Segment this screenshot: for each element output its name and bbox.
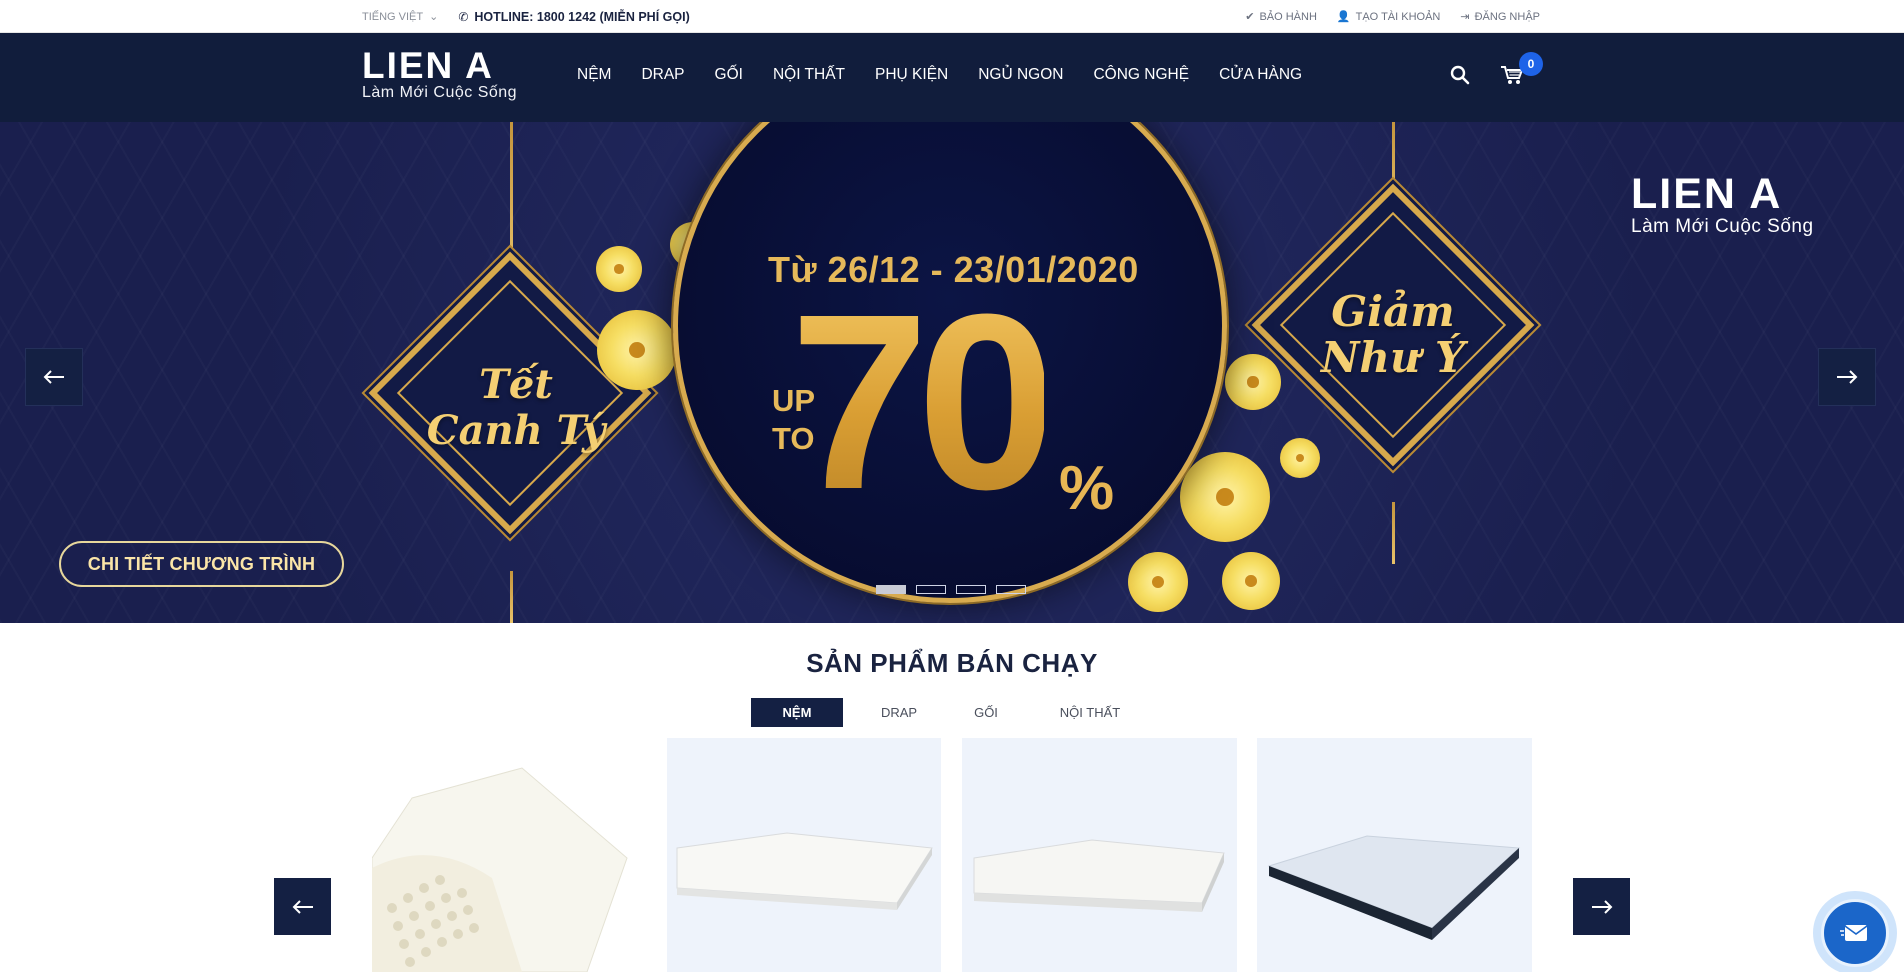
warranty-label: BẢO HÀNH (1259, 10, 1317, 23)
product-image (973, 839, 1225, 912)
product-card[interactable] (1257, 738, 1532, 972)
hero-banner[interactable]: Tết Canh Tý Giảm Như Ý Từ 26/12 - 23/01/… (0, 122, 1904, 623)
left-ornament-text: Tết Canh Tý (416, 362, 616, 454)
ornament-tassel (510, 571, 513, 623)
search-icon[interactable] (1449, 64, 1471, 86)
product-image (372, 767, 628, 972)
right-ornament-line2: Như Ý (1320, 333, 1466, 382)
best-sellers-title: SẢN PHẨM BÁN CHẠY (806, 648, 1098, 678)
flower-decoration (1280, 438, 1320, 478)
best-sellers-tabs: NỆM DRAP GỐI NỘI THẤT (751, 698, 1153, 727)
flower-decoration (596, 246, 642, 292)
chat-button[interactable] (1813, 891, 1897, 972)
hotline[interactable]: ✆ HOTLINE: 1800 1242 (MIỄN PHÍ GỌI) (458, 10, 689, 24)
language-selector[interactable]: TIẾNG VIỆT ⌄ (362, 10, 439, 24)
product-card[interactable] (667, 738, 941, 972)
nav-item-phu-kien[interactable]: PHỤ KIỆN (875, 66, 948, 84)
flower-decoration (597, 310, 677, 390)
language-label: TIẾNG VIỆT (362, 10, 424, 23)
hero-brand: LIEN A (1631, 170, 1783, 218)
nav-item-nem[interactable]: NỆM (577, 66, 611, 84)
nav-item-drap[interactable]: DRAP (641, 66, 684, 84)
top-bar: TIẾNG VIỆT ⌄ ✆ HOTLINE: 1800 1242 (MIỄN … (0, 0, 1904, 33)
right-ornament-line1: Giảm (1331, 287, 1455, 336)
main-header: LIEN A Làm Mới Cuộc Sống NỆM DRAP GỐI NỘ… (0, 33, 1904, 122)
hero-next-button[interactable] (1818, 348, 1876, 406)
create-account-link[interactable]: 👤 TẠO TÀI KHOẢN (1336, 10, 1441, 24)
product-image (1267, 835, 1521, 940)
ornament-tassel (1392, 502, 1395, 564)
product-image (676, 832, 933, 910)
logo-brand: LIEN A (362, 45, 494, 86)
arrow-left-icon (292, 899, 313, 914)
flower-decoration (1225, 354, 1281, 410)
check-circle-icon: ✔ (1245, 11, 1255, 23)
tab-noi-that[interactable]: NỘI THẤT (1027, 698, 1153, 727)
nav-item-ngu-ngon[interactable]: NGỦ NGON (978, 66, 1063, 84)
promo-details-button[interactable]: CHI TIẾT CHƯƠNG TRÌNH (59, 541, 344, 587)
tab-nem[interactable]: NỆM (751, 698, 843, 727)
tab-drap[interactable]: DRAP (853, 698, 945, 727)
chevron-down-icon: ⌄ (429, 11, 439, 23)
arrow-right-icon (1837, 370, 1858, 384)
products-next-button[interactable] (1573, 878, 1630, 935)
warranty-link[interactable]: ✔ BẢO HÀNH (1245, 10, 1317, 24)
nav-item-goi[interactable]: GỐI (715, 66, 743, 84)
site-logo[interactable]: LIEN A Làm Mới Cuộc Sống (362, 47, 517, 102)
hero-brand-logo: LIEN A Làm Mới Cuộc Sống (1631, 172, 1814, 238)
hero-tagline: Làm Mới Cuộc Sống (1631, 216, 1814, 237)
product-card[interactable] (372, 738, 642, 972)
nav-item-cua-hang[interactable]: CỬA HÀNG (1219, 66, 1302, 84)
flower-decoration (1222, 552, 1280, 610)
slide-dot-1[interactable] (876, 585, 906, 594)
create-account-label: TẠO TÀI KHOẢN (1355, 10, 1441, 23)
cart-count-badge: 0 (1519, 52, 1543, 76)
login-link[interactable]: ⇥ ĐĂNG NHẬP (1460, 10, 1540, 24)
promo-discount-unit: % (1059, 454, 1115, 523)
product-card[interactable] (962, 738, 1237, 972)
arrow-left-icon (43, 370, 64, 384)
slide-dot-3[interactable] (956, 585, 986, 594)
flower-decoration (1180, 452, 1270, 542)
arrow-right-icon (1591, 899, 1612, 914)
nav-item-noi-that[interactable]: NỘI THẤT (773, 66, 845, 84)
slide-dot-2[interactable] (916, 585, 946, 594)
left-ornament-line2: Canh Tý (426, 407, 606, 454)
flower-decoration (1128, 552, 1188, 612)
nav-item-cong-nghe[interactable]: CÔNG NGHỆ (1093, 66, 1189, 84)
promo-discount-number: 70 (790, 262, 1056, 541)
products-prev-button[interactable] (274, 878, 331, 935)
user-icon: 👤 (1336, 11, 1351, 23)
login-label: ĐĂNG NHẬP (1474, 10, 1540, 23)
sign-in-icon: ⇥ (1460, 11, 1470, 23)
hero-prev-button[interactable] (25, 348, 83, 406)
envelope-icon (1840, 925, 1868, 941)
slider-pagination (876, 585, 1026, 594)
logo-tagline: Làm Mới Cuộc Sống (362, 84, 518, 101)
tab-goi[interactable]: GỐI (945, 698, 1027, 727)
hotline-text: HOTLINE: 1800 1242 (MIỄN PHÍ GỌI) (474, 9, 690, 24)
right-ornament-text: Giảm Như Ý (1293, 289, 1493, 381)
phone-icon: ✆ (458, 9, 469, 24)
main-nav: NỆM DRAP GỐI NỘI THẤT PHỤ KIỆN NGỦ NGON … (577, 66, 1332, 84)
slide-dot-4[interactable] (996, 585, 1026, 594)
chat-ring (1821, 899, 1889, 967)
left-ornament-line1: Tết (479, 361, 553, 408)
